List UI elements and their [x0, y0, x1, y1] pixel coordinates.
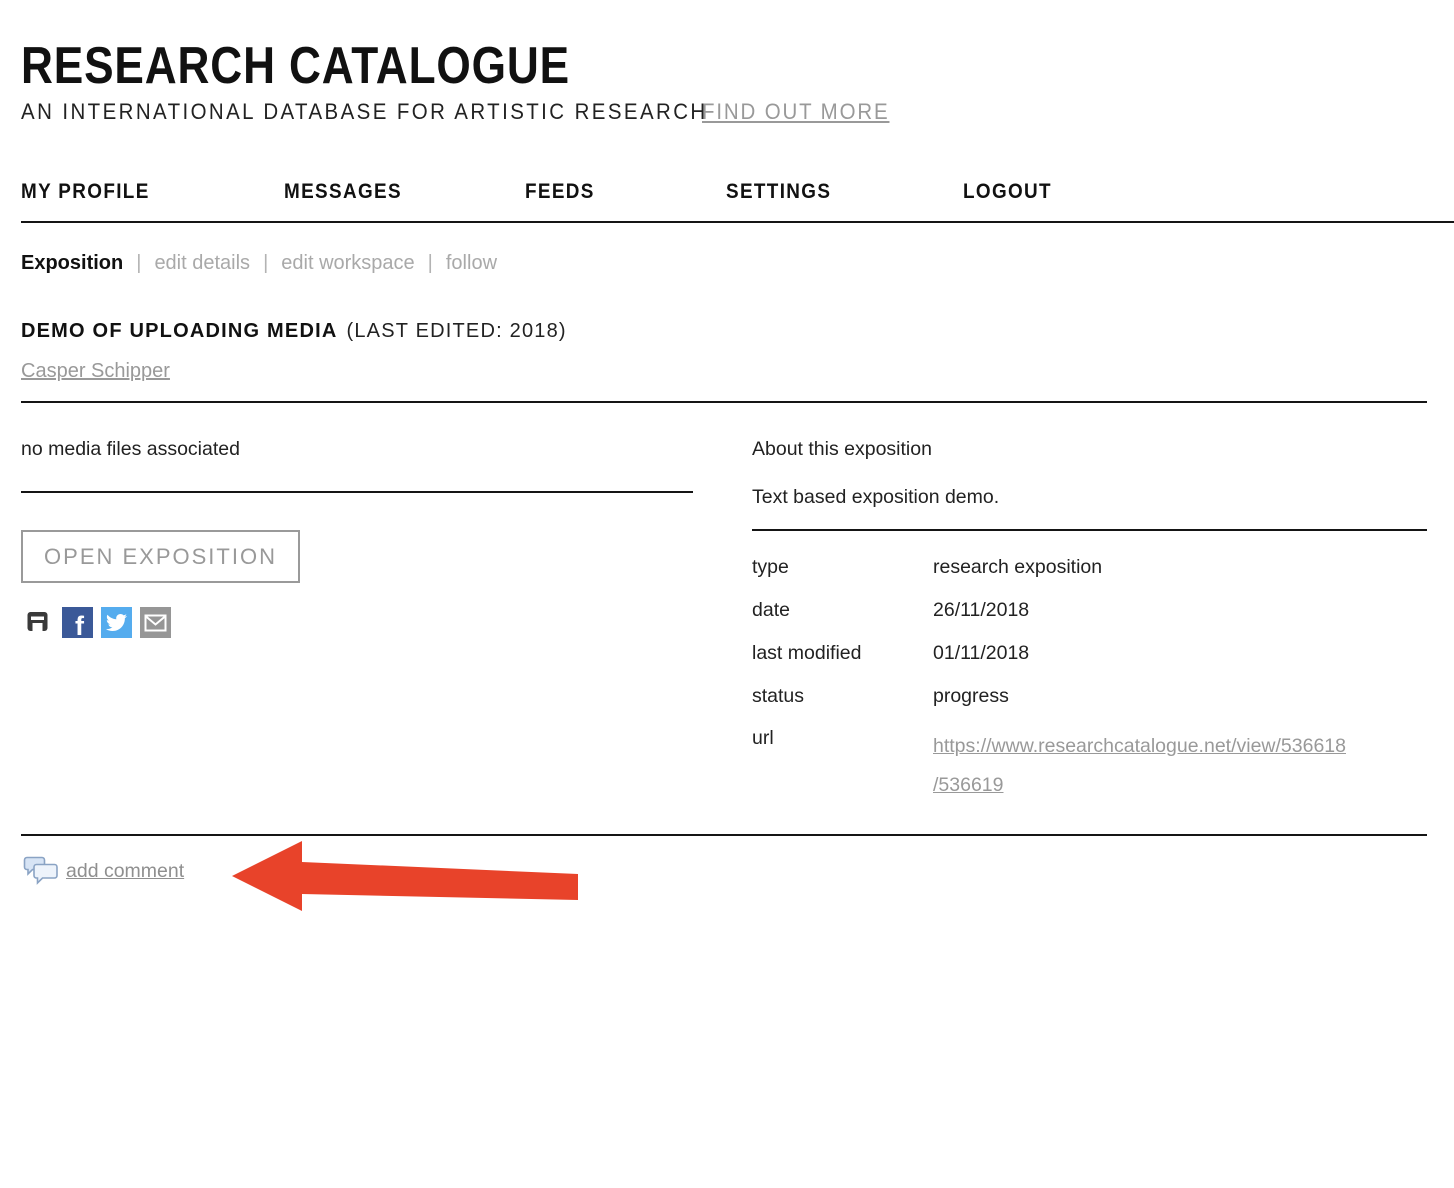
breadcrumb-separator: |	[428, 252, 433, 275]
detail-label: last modified	[752, 642, 933, 665]
exposition-url-link[interactable]: /536619	[933, 774, 1004, 796]
breadcrumb-separator: |	[263, 252, 268, 275]
find-out-more-link[interactable]: FIND OUT MORE	[702, 99, 889, 125]
breadcrumb: Exposition | edit details | edit workspa…	[21, 252, 497, 275]
envelope-glyph	[144, 614, 167, 632]
detail-row-status: status progress	[752, 685, 1009, 708]
breadcrumb-separator: |	[136, 252, 141, 275]
nav-settings[interactable]: SETTINGS	[726, 180, 831, 204]
detail-value: progress	[933, 685, 1009, 708]
detail-label: status	[752, 685, 933, 708]
comments-divider	[21, 834, 1427, 836]
twitter-bird-glyph	[106, 612, 127, 633]
comment-bubbles-icon[interactable]	[23, 855, 61, 890]
print-icon[interactable]	[27, 609, 48, 634]
annotation-arrow	[225, 838, 581, 914]
tab-edit-workspace[interactable]: edit workspace	[281, 252, 414, 275]
exposition-heading: DEMO OF UPLOADING MEDIA (LAST EDITED: 20…	[21, 320, 567, 343]
tab-follow[interactable]: follow	[446, 252, 497, 275]
facebook-f-glyph: f	[75, 611, 84, 638]
detail-value: 01/11/2018	[933, 642, 1029, 665]
add-comment-link[interactable]: add comment	[66, 860, 184, 883]
detail-label: url	[752, 727, 933, 805]
site-title: RESEARCH CATALOGUE	[21, 36, 570, 96]
detail-row-date: date 26/11/2018	[752, 599, 1029, 622]
about-heading: About this exposition	[752, 438, 932, 461]
site-subtitle: AN INTERNATIONAL DATABASE FOR ARTISTIC R…	[21, 99, 708, 125]
nav-feeds[interactable]: FEEDS	[525, 180, 595, 204]
email-icon[interactable]	[140, 607, 171, 638]
nav-logout[interactable]: LOGOUT	[963, 180, 1052, 204]
about-description: Text based exposition demo.	[752, 486, 999, 509]
detail-label: date	[752, 599, 933, 622]
detail-value: 26/11/2018	[933, 599, 1029, 622]
page: RESEARCH CATALOGUE AN INTERNATIONAL DATA…	[0, 0, 1454, 1188]
detail-label: type	[752, 556, 933, 579]
nav-messages[interactable]: MESSAGES	[284, 180, 402, 204]
exposition-url-link[interactable]: https://www.researchcatalogue.net/view/5…	[933, 735, 1346, 757]
facebook-icon[interactable]: f	[62, 607, 93, 638]
media-divider	[21, 491, 693, 493]
tab-exposition[interactable]: Exposition	[21, 252, 123, 275]
author-link[interactable]: Casper Schipper	[21, 360, 170, 383]
twitter-icon[interactable]	[101, 607, 132, 638]
tab-edit-details[interactable]: edit details	[154, 252, 250, 275]
header-divider	[21, 401, 1427, 403]
open-exposition-button[interactable]: OPEN EXPOSITION	[21, 530, 300, 583]
last-edited-note: (LAST EDITED: 2018)	[347, 320, 567, 343]
nav-my-profile[interactable]: MY PROFILE	[21, 180, 150, 204]
nav-divider	[21, 221, 1454, 223]
detail-value: research exposition	[933, 556, 1102, 579]
about-divider	[752, 529, 1427, 531]
exposition-title: DEMO OF UPLOADING MEDIA	[21, 320, 338, 343]
detail-row-type: type research exposition	[752, 556, 1102, 579]
detail-row-last-modified: last modified 01/11/2018	[752, 642, 1029, 665]
detail-row-url: url https://www.researchcatalogue.net/vi…	[752, 727, 1346, 805]
no-media-message: no media files associated	[21, 438, 240, 461]
